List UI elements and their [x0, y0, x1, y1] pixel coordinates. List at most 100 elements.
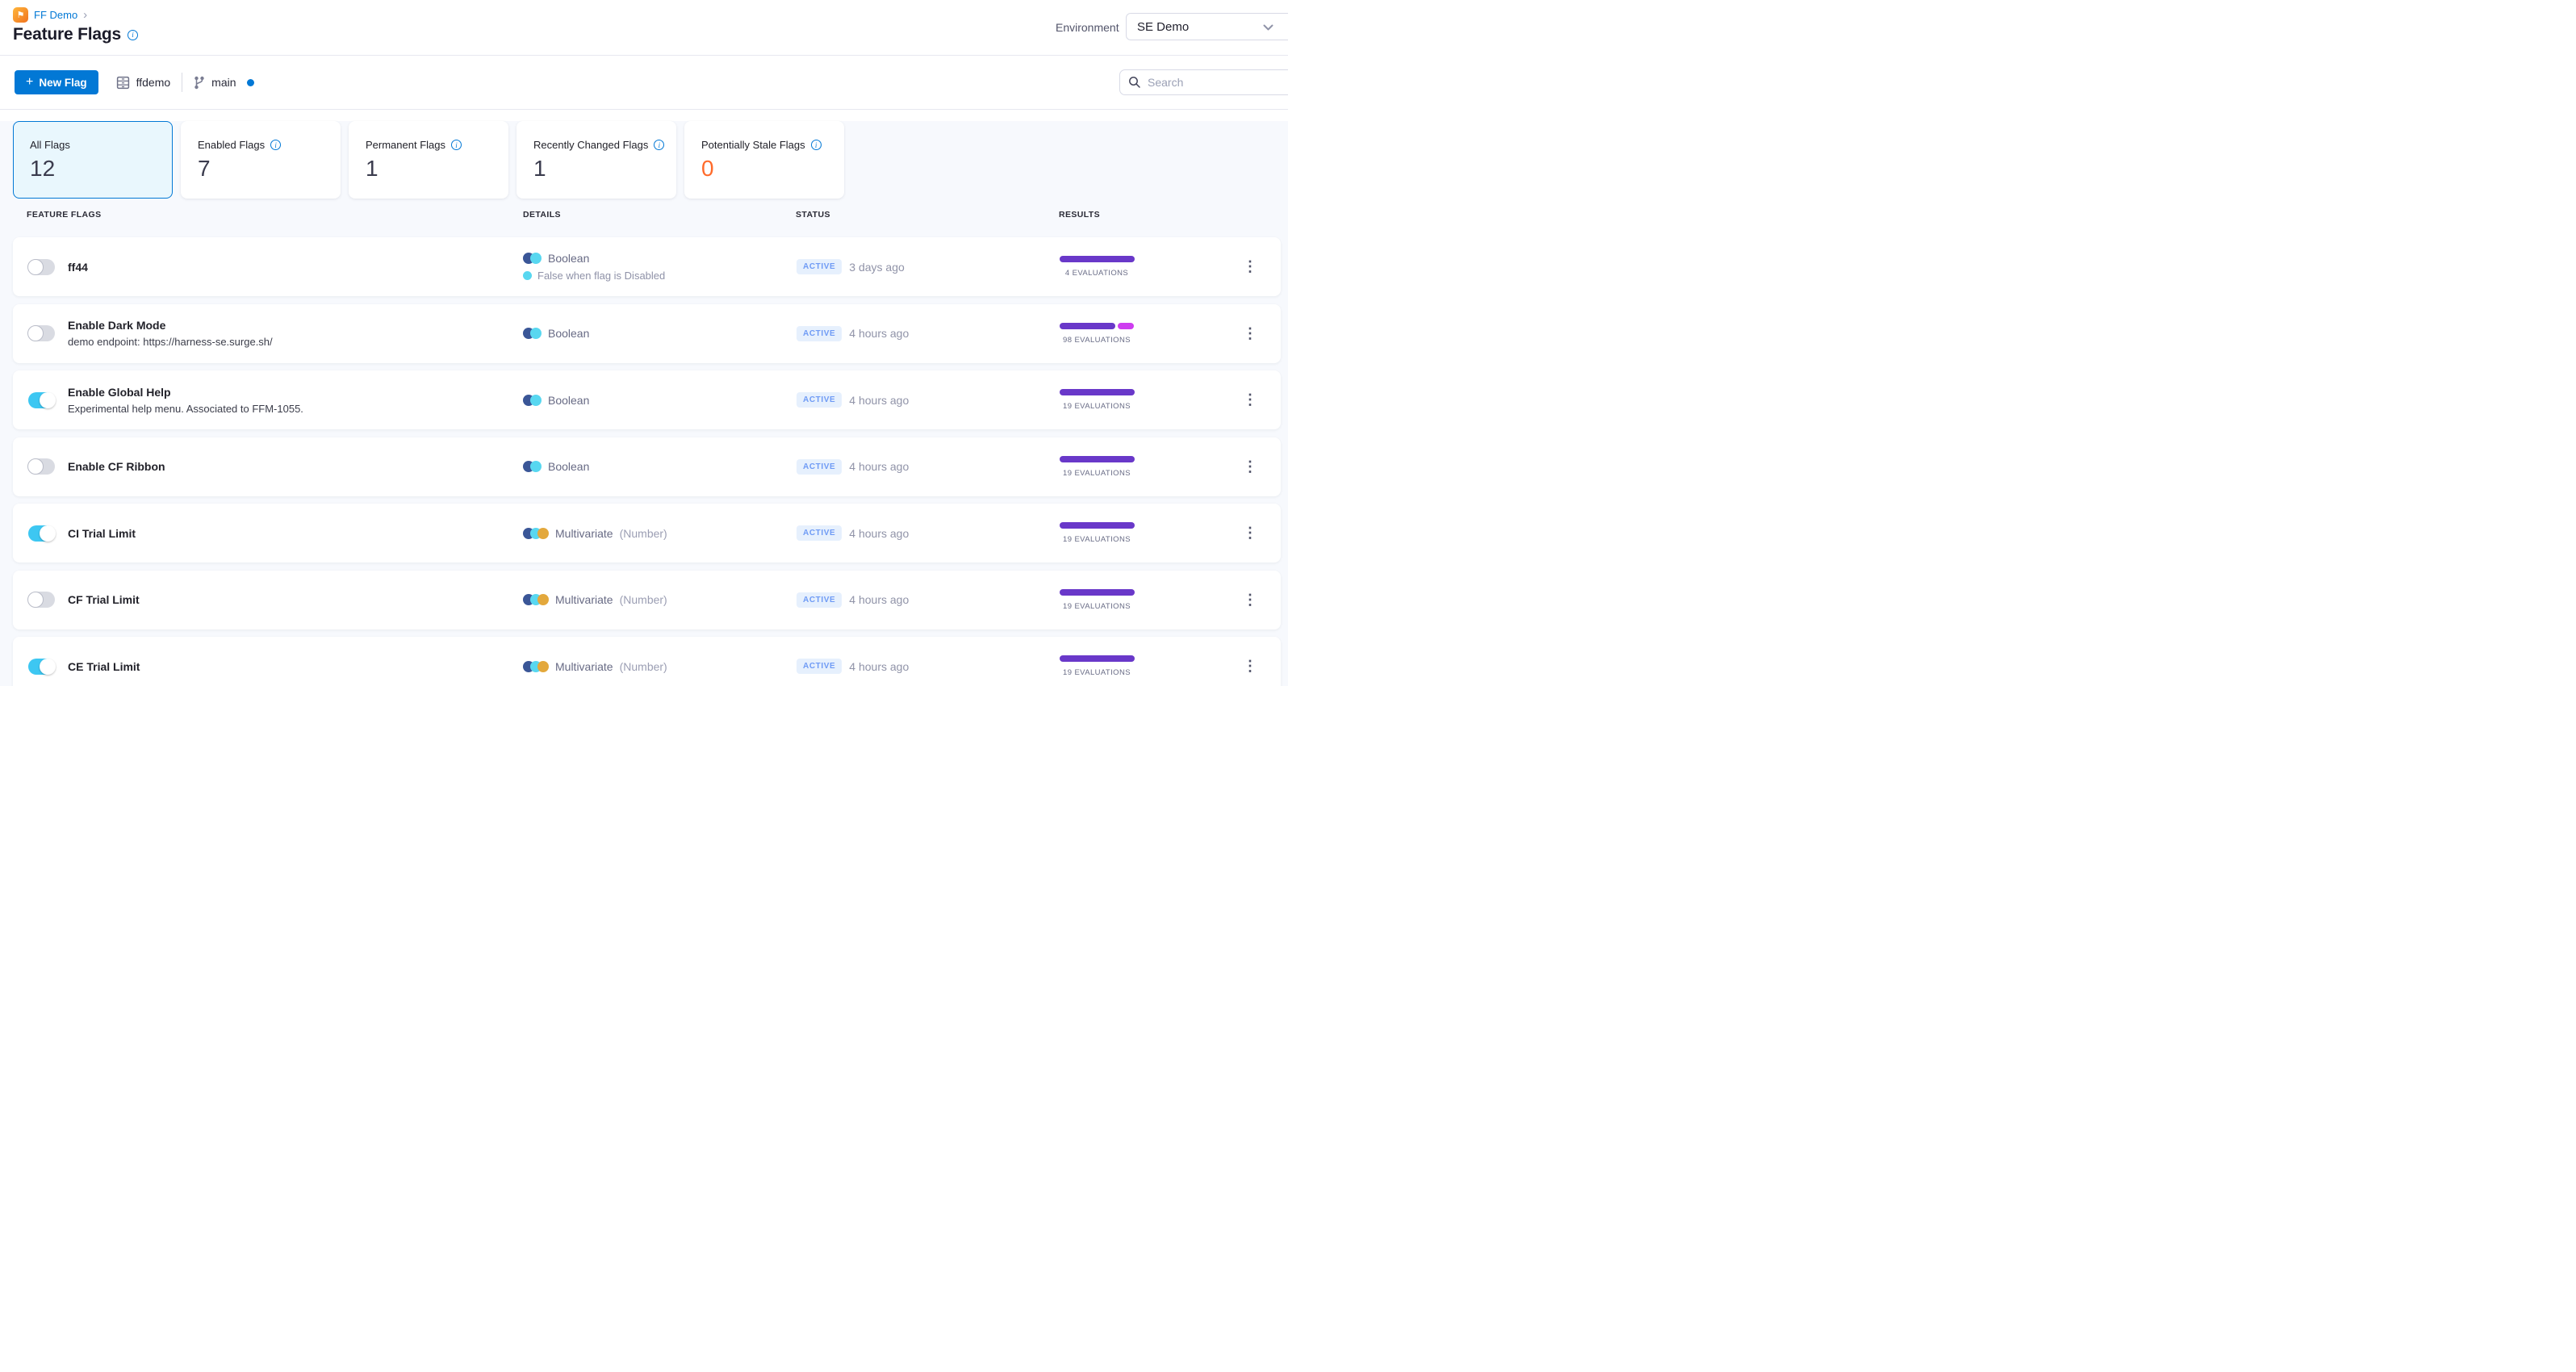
environment-value: SE Demo — [1137, 19, 1190, 34]
flag-type-label: Multivariate — [555, 526, 613, 540]
toolbar: New Flag ffdemo main — [0, 56, 1288, 110]
column-header-feature-flags: FEATURE FLAGS — [27, 210, 102, 220]
variation-dots-icon — [523, 328, 542, 339]
note-text: False when flag is Disabled — [537, 270, 666, 282]
title-row: Feature Flags — [13, 25, 138, 44]
flag-toggle[interactable] — [27, 592, 55, 608]
status-time: 4 hours ago — [849, 460, 910, 473]
flag-toggle[interactable] — [27, 325, 55, 341]
results-bar — [1059, 389, 1135, 395]
filter-card-label: All Flags — [30, 139, 70, 151]
chevron-down-icon — [1263, 24, 1273, 31]
flag-toggle[interactable] — [28, 391, 56, 408]
filter-card-label: Potentially Stale Flags — [701, 139, 805, 151]
page-title: Feature Flags — [13, 25, 121, 44]
flag-name: CI Trial Limit — [68, 526, 136, 540]
column-header-status: STATUS — [796, 210, 830, 220]
variation-dots-icon — [523, 253, 542, 264]
status-time: 4 hours ago — [849, 393, 910, 407]
flag-name: Enable Global Help — [68, 385, 171, 399]
evaluations-label: 19 EVALUATIONS — [1063, 535, 1131, 544]
info-icon[interactable] — [451, 140, 462, 150]
evaluations-label: 19 EVALUATIONS — [1063, 402, 1131, 411]
filter-card-count: 0 — [701, 156, 714, 181]
info-icon[interactable] — [654, 140, 665, 150]
kebab-menu-button[interactable] — [1240, 304, 1260, 363]
filter-card-label: Permanent Flags — [366, 139, 445, 151]
flag-toggle[interactable] — [27, 258, 55, 275]
repo-icon — [116, 76, 130, 90]
flag-row[interactable]: Enable Global Help Experimental help men… — [13, 370, 1281, 429]
flag-row[interactable]: Enable CF Ribbon Boolean ACTIVE 4 hours … — [13, 437, 1281, 496]
status-badge: ACTIVE — [797, 325, 843, 341]
status-time: 4 hours ago — [849, 593, 910, 606]
page-header: FF Demo › Feature Flags Environment SE D… — [0, 0, 1288, 56]
search-box — [1119, 69, 1288, 95]
column-header-results: RESULTS — [1059, 210, 1101, 220]
flag-toggle[interactable] — [28, 525, 56, 542]
info-icon[interactable] — [127, 29, 138, 40]
branch-selector[interactable]: main — [194, 76, 254, 90]
filter-card[interactable]: All Flags 12 — [13, 121, 173, 199]
evaluations-label: 4 EVALUATIONS — [1064, 269, 1129, 278]
flag-type-note: (Number) — [619, 593, 667, 606]
flag-toggle[interactable] — [28, 658, 56, 675]
filter-cards-row: All Flags 12 Enabled Flags 7 Permanent F… — [13, 121, 1288, 199]
info-icon[interactable] — [270, 140, 282, 150]
variation-dots-icon — [523, 394, 542, 406]
flag-row[interactable]: CI Trial Limit Multivariate (Number) ACT… — [13, 504, 1281, 563]
flag-type-note: (Number) — [619, 526, 667, 540]
filter-card[interactable]: Potentially Stale Flags 0 — [684, 121, 844, 199]
variation-dots-icon — [523, 461, 542, 472]
results-bar — [1059, 256, 1135, 262]
kebab-menu-button[interactable] — [1240, 370, 1260, 429]
kebab-menu-button[interactable] — [1240, 504, 1260, 563]
flag-type-label: Multivariate — [555, 593, 613, 606]
results-bar — [1059, 588, 1135, 596]
evaluations-label: 98 EVALUATIONS — [1063, 335, 1131, 345]
status-badge: ACTIVE — [797, 525, 843, 541]
flag-type-label: Multivariate — [555, 659, 613, 673]
feature-flags-page: FF Demo › Feature Flags Environment SE D… — [0, 0, 1288, 686]
breadcrumb: FF Demo › — [13, 7, 87, 23]
flag-name: CF Trial Limit — [68, 593, 140, 606]
filter-card[interactable]: Recently Changed Flags 1 — [516, 121, 676, 199]
status-badge: ACTIVE — [797, 458, 843, 475]
search-input[interactable] — [1148, 76, 1269, 89]
flag-toggle[interactable] — [27, 458, 55, 475]
results-bar — [1059, 455, 1135, 462]
breadcrumb-project-link[interactable]: FF Demo — [34, 9, 77, 21]
toggle-knob — [27, 258, 44, 275]
info-icon[interactable] — [810, 140, 822, 150]
repo-selector[interactable]: ffdemo — [116, 76, 170, 90]
results-bar — [1059, 655, 1135, 662]
new-flag-button[interactable]: New Flag — [15, 70, 98, 94]
status-time: 4 hours ago — [849, 659, 910, 673]
flag-subtitle: demo endpoint: https://harness-se.surge.… — [68, 336, 273, 348]
note-dot-icon — [523, 271, 532, 280]
flag-row[interactable]: Enable Dark Mode demo endpoint: https://… — [13, 303, 1281, 363]
breadcrumb-chevron-icon: › — [83, 8, 88, 22]
kebab-menu-button[interactable] — [1240, 571, 1260, 630]
evaluations-label: 19 EVALUATIONS — [1063, 668, 1131, 677]
flag-row[interactable]: ff44 Boolean False when flag is Disabled… — [13, 237, 1281, 296]
git-branch-icon — [194, 76, 205, 90]
toggle-knob — [40, 391, 56, 408]
flag-row[interactable]: CF Trial Limit Multivariate (Number) ACT… — [13, 570, 1281, 630]
feature-flags-logo-icon — [13, 7, 28, 23]
kebab-menu-button[interactable] — [1240, 237, 1260, 296]
environment-select[interactable]: SE Demo — [1126, 13, 1288, 40]
flag-name: Enable Dark Mode — [68, 319, 166, 332]
filter-card[interactable]: Enabled Flags 7 — [181, 121, 341, 199]
plus-icon — [26, 75, 33, 90]
filter-card-count: 7 — [198, 156, 211, 181]
flag-row[interactable]: CE Trial Limit Multivariate (Number) ACT… — [13, 637, 1281, 686]
results-bar — [1059, 522, 1135, 529]
kebab-menu-button[interactable] — [1240, 637, 1260, 686]
filter-card[interactable]: Permanent Flags 1 — [349, 121, 508, 199]
evaluations-label: 19 EVALUATIONS — [1063, 468, 1131, 478]
kebab-menu-button[interactable] — [1240, 437, 1260, 496]
variation-dots-icon — [523, 660, 549, 672]
column-header-details: DETAILS — [523, 210, 561, 220]
branch-name: main — [211, 76, 236, 89]
